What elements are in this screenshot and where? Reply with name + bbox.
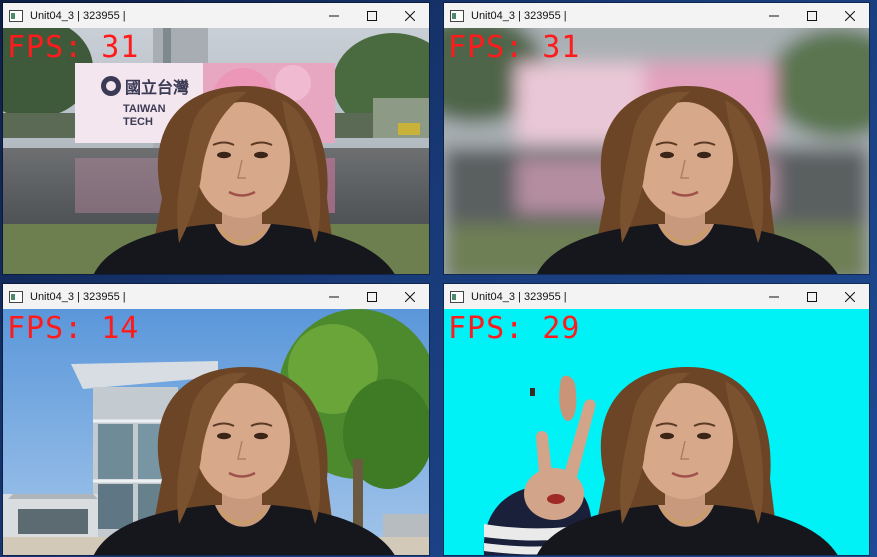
fps-value: 29 bbox=[542, 311, 581, 346]
maximize-icon bbox=[807, 10, 817, 21]
close-button[interactable] bbox=[831, 3, 869, 28]
close-icon bbox=[845, 10, 855, 21]
minimize-button[interactable] bbox=[755, 3, 793, 28]
window-title: Unit04_3 | 323955 | bbox=[471, 9, 567, 22]
video-frame: FPS: 29 bbox=[444, 309, 869, 555]
minimize-icon bbox=[329, 296, 339, 297]
window-title: Unit04_3 | 323955 | bbox=[471, 290, 567, 303]
close-icon bbox=[405, 291, 415, 302]
minimize-button[interactable] bbox=[755, 284, 793, 309]
app-window-icon bbox=[449, 289, 465, 305]
fps-label: FPS: bbox=[7, 311, 84, 346]
video-frame: FPS: 14 bbox=[3, 309, 429, 555]
fps-label: FPS: bbox=[448, 311, 525, 346]
maximize-button[interactable] bbox=[793, 3, 831, 28]
maximize-button[interactable] bbox=[353, 284, 391, 309]
maximize-icon bbox=[367, 291, 377, 302]
close-button[interactable] bbox=[391, 3, 429, 28]
window-title: Unit04_3 | 323955 | bbox=[30, 9, 126, 22]
close-button[interactable] bbox=[391, 284, 429, 309]
fps-counter: FPS: 29 bbox=[448, 311, 580, 347]
minimize-button[interactable] bbox=[315, 284, 353, 309]
maximize-icon bbox=[807, 291, 817, 302]
app-window-icon bbox=[8, 8, 24, 24]
fps-label: FPS: bbox=[448, 30, 525, 65]
maximize-icon bbox=[367, 10, 377, 21]
minimize-icon bbox=[769, 15, 779, 16]
video-window-4[interactable]: Unit04_3 | 323955 | FPS: 29 bbox=[444, 284, 869, 555]
close-icon bbox=[845, 291, 855, 302]
close-button[interactable] bbox=[831, 284, 869, 309]
fps-label: FPS: bbox=[7, 30, 84, 65]
maximize-button[interactable] bbox=[353, 3, 391, 28]
fps-counter: FPS: 31 bbox=[7, 30, 139, 66]
fps-counter: FPS: 31 bbox=[448, 30, 580, 66]
svg-text:國立台灣: 國立台灣 bbox=[125, 78, 189, 97]
minimize-icon bbox=[769, 296, 779, 297]
video-frame: FPS: 31 bbox=[444, 28, 869, 274]
fps-counter: FPS: 14 bbox=[7, 311, 139, 347]
minimize-button[interactable] bbox=[315, 3, 353, 28]
video-window-1[interactable]: Unit04_3 | 323955 | 國立台灣 TAIWAN TECH FPS… bbox=[3, 3, 429, 274]
logo-text-tech: TECH bbox=[123, 116, 153, 128]
window-title: Unit04_3 | 323955 | bbox=[30, 290, 126, 303]
fps-value: 31 bbox=[101, 30, 140, 65]
logo-text-taiwan: TAIWAN bbox=[123, 103, 166, 115]
fps-value: 31 bbox=[542, 30, 581, 65]
video-frame: 國立台灣 TAIWAN TECH FPS: 31 bbox=[3, 28, 429, 274]
close-icon bbox=[405, 10, 415, 21]
app-window-icon bbox=[8, 289, 24, 305]
video-window-3[interactable]: Unit04_3 | 323955 | FPS: 14 bbox=[3, 284, 429, 555]
minimize-icon bbox=[329, 15, 339, 16]
video-window-2[interactable]: Unit04_3 | 323955 | FPS: 31 bbox=[444, 3, 869, 274]
fps-value: 14 bbox=[101, 311, 140, 346]
app-window-icon bbox=[449, 8, 465, 24]
maximize-button[interactable] bbox=[793, 284, 831, 309]
